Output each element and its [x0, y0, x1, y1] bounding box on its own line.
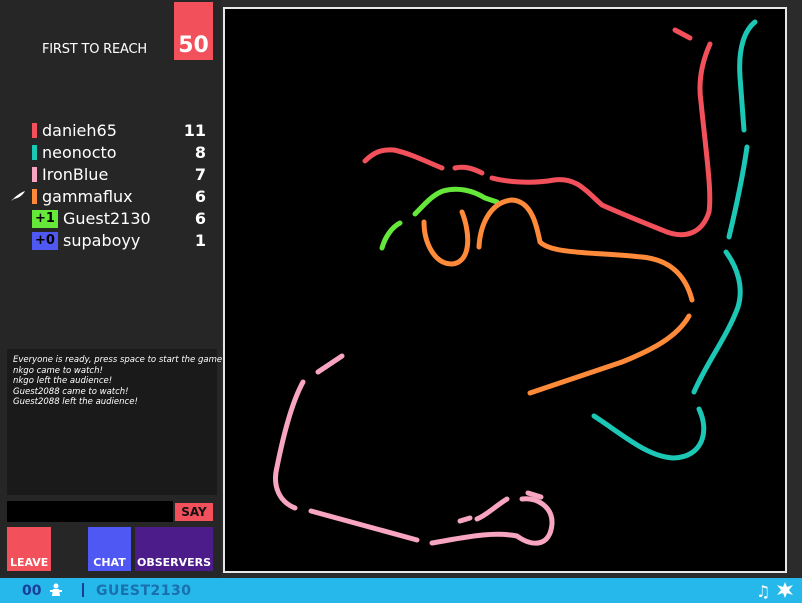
chat-button[interactable]: CHAT [88, 527, 131, 571]
trail-teal [691, 249, 743, 395]
say-button[interactable]: SAY [175, 503, 213, 521]
player-color-bar [32, 189, 37, 204]
player-row-guest2130: +1 Guest2130 6 [10, 208, 210, 230]
trail-pink [474, 496, 510, 522]
trail-pink [429, 496, 555, 546]
chat-message: Guest2088 left the audience! [13, 397, 138, 407]
feather-icon [11, 191, 25, 201]
trail-orange [421, 209, 471, 267]
player-score: 11 [183, 121, 206, 140]
score-delta-badge: +0 [32, 232, 58, 250]
sound-effects-icon[interactable] [776, 581, 794, 599]
player-color-bar [32, 167, 37, 182]
player-name: IronBlue [42, 165, 109, 184]
trail-pink [525, 490, 544, 500]
first-to-reach-label: FIRST TO REACH [42, 42, 147, 57]
observers-button-label: OBSERVERS [136, 556, 212, 569]
chat-log[interactable]: Everyone is ready, press space to start … [7, 349, 223, 495]
viewer-count: 00 [22, 583, 42, 599]
current-username: GUEST2130 [96, 583, 192, 599]
player-name: neonocto [42, 143, 117, 162]
trails-layer [273, 19, 758, 546]
player-name: Guest2130 [63, 209, 151, 228]
sidebar: FIRST TO REACH 50 danieh65 11 neonocto 8… [0, 0, 223, 578]
chat-message: nkgo left the audience! [13, 376, 113, 386]
trail-red [672, 27, 693, 41]
player-row-gammaflux: gammaflux 6 [10, 186, 210, 208]
trail-red [452, 164, 485, 176]
target-score: 50 [174, 2, 213, 60]
trail-pink [273, 379, 306, 511]
player-score: 6 [194, 209, 206, 228]
player-score: 7 [194, 165, 206, 184]
chat-message: Everyone is ready, press space to start … [13, 355, 223, 365]
trail-teal [591, 406, 707, 461]
player-row-danieh65: danieh65 11 [10, 120, 210, 142]
player-name: danieh65 [42, 121, 117, 140]
player-row-supaboyy: +0 supaboyy 1 [10, 230, 210, 252]
trail-orange [476, 197, 695, 303]
person-icon [50, 583, 62, 596]
music-note-icon[interactable]: ♫ [756, 582, 770, 601]
status-bar: 00 GUEST2130 ♫ [0, 578, 802, 603]
leave-button[interactable]: LEAVE [7, 527, 51, 571]
player-color-bar [32, 145, 37, 160]
chat-input[interactable] [7, 501, 173, 522]
chat-message: Guest2088 came to watch! [13, 386, 129, 397]
trail-orange [527, 313, 692, 396]
trail-pink [457, 515, 473, 524]
chat-message: nkgo came to watch! [13, 365, 103, 376]
player-name: supaboyy [63, 231, 141, 250]
trail-green [412, 186, 500, 217]
trail-teal [726, 144, 750, 240]
trail-teal [737, 19, 758, 133]
player-row-ironblue: IronBlue 7 [10, 164, 210, 186]
trail-green [379, 220, 403, 251]
score-delta-badge: +1 [32, 210, 58, 228]
leave-button-label: LEAVE [10, 556, 49, 569]
observers-button[interactable]: OBSERVERS [135, 527, 213, 571]
player-score: 8 [194, 143, 206, 162]
player-score: 6 [194, 187, 206, 206]
trail-pink [308, 508, 420, 543]
trail-red [362, 147, 445, 171]
game-arena[interactable] [223, 7, 787, 573]
divider [82, 583, 84, 597]
chat-button-label: CHAT [93, 556, 126, 569]
player-row-neonocto: neonocto 8 [10, 142, 210, 164]
player-color-bar [32, 123, 37, 138]
player-name: gammaflux [42, 187, 133, 206]
trail-pink [315, 353, 345, 375]
player-score: 1 [194, 231, 206, 250]
